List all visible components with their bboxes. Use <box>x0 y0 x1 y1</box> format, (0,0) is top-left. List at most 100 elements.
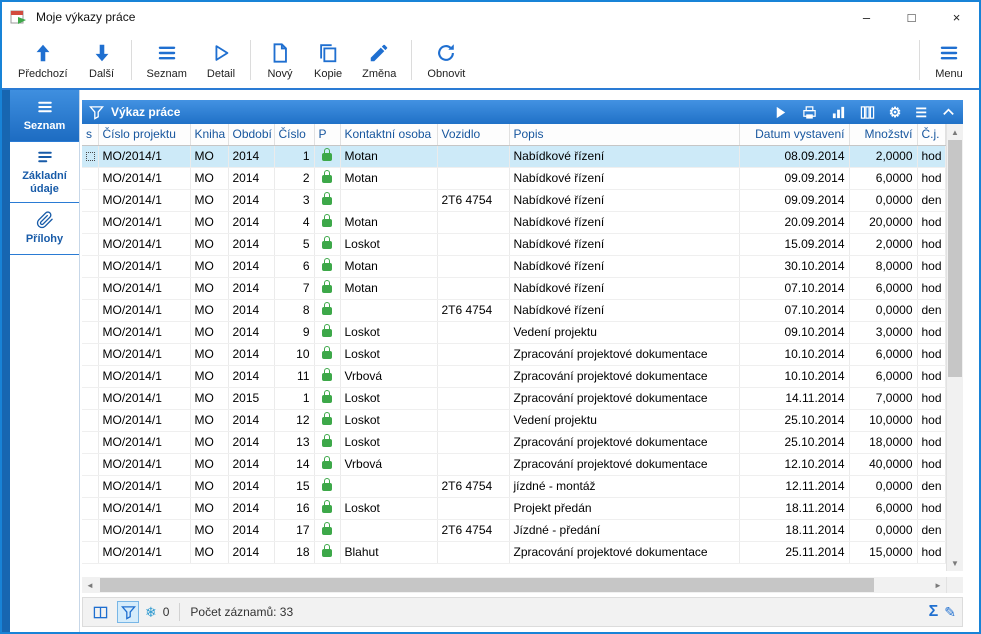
cell-book[interactable]: MO <box>190 519 228 541</box>
cell-num[interactable]: 2 <box>274 167 314 189</box>
cell-contact[interactable]: Loskot <box>340 497 437 519</box>
cell-date[interactable]: 18.11.2014 <box>739 497 849 519</box>
cell-desc[interactable]: Nabídkové řízení <box>509 277 739 299</box>
cell-num[interactable]: 1 <box>274 145 314 167</box>
cell-period[interactable]: 2014 <box>228 299 274 321</box>
cell-unit[interactable]: hod <box>917 255 946 277</box>
print-icon[interactable] <box>802 105 817 120</box>
cell-qty[interactable]: 6,0000 <box>849 277 917 299</box>
cell-vehicle[interactable] <box>437 211 509 233</box>
cell-lock[interactable] <box>314 277 340 299</box>
cell-contact[interactable] <box>340 519 437 541</box>
cell-vehicle[interactable] <box>437 255 509 277</box>
cell-num[interactable]: 13 <box>274 431 314 453</box>
table-row[interactable]: MO/2014/1MO20142MotanNabídkové řízení09.… <box>82 167 946 189</box>
detail-button[interactable]: Detail <box>197 34 245 86</box>
cell-book[interactable]: MO <box>190 189 228 211</box>
cell-contact[interactable]: Loskot <box>340 321 437 343</box>
cell-qty[interactable]: 6,0000 <box>849 343 917 365</box>
cell-vehicle[interactable]: 2T6 4754 <box>437 189 509 211</box>
horizontal-scrollbar[interactable]: ◄ ► <box>82 577 963 593</box>
cell-lock[interactable] <box>314 321 340 343</box>
table-row[interactable]: MO/2014/1MO201418BlahutZpracování projek… <box>82 541 946 563</box>
table-row[interactable]: MO/2014/1MO201414VrbováZpracování projek… <box>82 453 946 475</box>
minimize-button[interactable]: – <box>844 2 889 32</box>
cell-lock[interactable] <box>314 431 340 453</box>
filter-icon[interactable] <box>89 105 104 120</box>
cell-desc[interactable]: Vedení projektu <box>509 321 739 343</box>
cell-vehicle[interactable] <box>437 277 509 299</box>
cell-book[interactable]: MO <box>190 233 228 255</box>
cell-qty[interactable]: 0,0000 <box>849 299 917 321</box>
table-row[interactable]: MO/2014/1MO201410LoskotZpracování projek… <box>82 343 946 365</box>
column-header-popis[interactable]: Popis <box>509 124 739 145</box>
cell-qty[interactable]: 6,0000 <box>849 497 917 519</box>
cell-desc[interactable]: Nabídkové řízení <box>509 299 739 321</box>
cell-proj[interactable]: MO/2014/1 <box>98 431 190 453</box>
column-header-cj[interactable]: Č.j. <box>917 124 946 145</box>
column-header-kniha[interactable]: Kniha <box>190 124 228 145</box>
cell-lock[interactable] <box>314 255 340 277</box>
cell-qty[interactable]: 40,0000 <box>849 453 917 475</box>
cell-lock[interactable] <box>314 299 340 321</box>
cell-date[interactable]: 12.11.2014 <box>739 475 849 497</box>
cell-date[interactable]: 10.10.2014 <box>739 365 849 387</box>
cell-period[interactable]: 2014 <box>228 277 274 299</box>
cell-unit[interactable]: hod <box>917 343 946 365</box>
cell-qty[interactable]: 20,0000 <box>849 211 917 233</box>
cell-contact[interactable]: Vrbová <box>340 365 437 387</box>
cell-sel[interactable] <box>82 475 98 497</box>
cell-unit[interactable]: hod <box>917 387 946 409</box>
cell-contact[interactable]: Motan <box>340 145 437 167</box>
cell-period[interactable]: 2014 <box>228 343 274 365</box>
cell-qty[interactable]: 0,0000 <box>849 519 917 541</box>
cell-desc[interactable]: Nabídkové řízení <box>509 145 739 167</box>
cell-proj[interactable]: MO/2014/1 <box>98 343 190 365</box>
cell-vehicle[interactable] <box>437 145 509 167</box>
sidebar-item-zakladni-udaje[interactable]: Základní údaje <box>10 142 79 203</box>
cell-desc[interactable]: Zpracování projektové dokumentace <box>509 343 739 365</box>
table-row[interactable]: MO/2014/1MO201412LoskotVedení projektu25… <box>82 409 946 431</box>
gear-icon[interactable]: ⚙ <box>889 105 902 119</box>
cell-vehicle[interactable]: 2T6 4754 <box>437 519 509 541</box>
cell-contact[interactable]: Loskot <box>340 431 437 453</box>
cell-vehicle[interactable] <box>437 343 509 365</box>
cell-book[interactable]: MO <box>190 299 228 321</box>
cell-vehicle[interactable] <box>437 541 509 563</box>
cell-qty[interactable]: 6,0000 <box>849 167 917 189</box>
cell-period[interactable]: 2014 <box>228 189 274 211</box>
cell-proj[interactable]: MO/2014/1 <box>98 475 190 497</box>
cell-lock[interactable] <box>314 475 340 497</box>
cell-sel[interactable] <box>82 453 98 475</box>
cell-period[interactable]: 2014 <box>228 145 274 167</box>
cell-contact[interactable]: Vrbová <box>340 453 437 475</box>
cell-date[interactable]: 09.09.2014 <box>739 189 849 211</box>
cell-num[interactable]: 5 <box>274 233 314 255</box>
column-header-cislo-projektu[interactable]: Číslo projektu <box>98 124 190 145</box>
cell-desc[interactable]: Nabídkové řízení <box>509 189 739 211</box>
cell-book[interactable]: MO <box>190 255 228 277</box>
sidebar-item-seznam[interactable]: Seznam <box>10 90 79 142</box>
cell-date[interactable]: 25.10.2014 <box>739 409 849 431</box>
cell-book[interactable]: MO <box>190 343 228 365</box>
columns-icon[interactable] <box>860 105 875 120</box>
cell-sel[interactable] <box>82 431 98 453</box>
cell-lock[interactable] <box>314 167 340 189</box>
refresh-button[interactable]: Obnovit <box>417 34 475 86</box>
cell-book[interactable]: MO <box>190 211 228 233</box>
cell-unit[interactable]: hod <box>917 409 946 431</box>
cell-period[interactable]: 2014 <box>228 211 274 233</box>
cell-qty[interactable]: 3,0000 <box>849 321 917 343</box>
cell-num[interactable]: 8 <box>274 299 314 321</box>
cell-num[interactable]: 3 <box>274 189 314 211</box>
cell-date[interactable]: 15.09.2014 <box>739 233 849 255</box>
cell-vehicle[interactable]: 2T6 4754 <box>437 299 509 321</box>
table-row[interactable]: MO/2014/1MO20151LoskotZpracování projekt… <box>82 387 946 409</box>
cell-period[interactable]: 2014 <box>228 233 274 255</box>
cell-proj[interactable]: MO/2014/1 <box>98 277 190 299</box>
cell-num[interactable]: 17 <box>274 519 314 541</box>
table-row[interactable]: MO/2014/1MO20144MotanNabídkové řízení20.… <box>82 211 946 233</box>
cell-vehicle[interactable] <box>437 409 509 431</box>
cell-proj[interactable]: MO/2014/1 <box>98 145 190 167</box>
grid-menu-icon[interactable]: ☰ <box>915 106 927 119</box>
